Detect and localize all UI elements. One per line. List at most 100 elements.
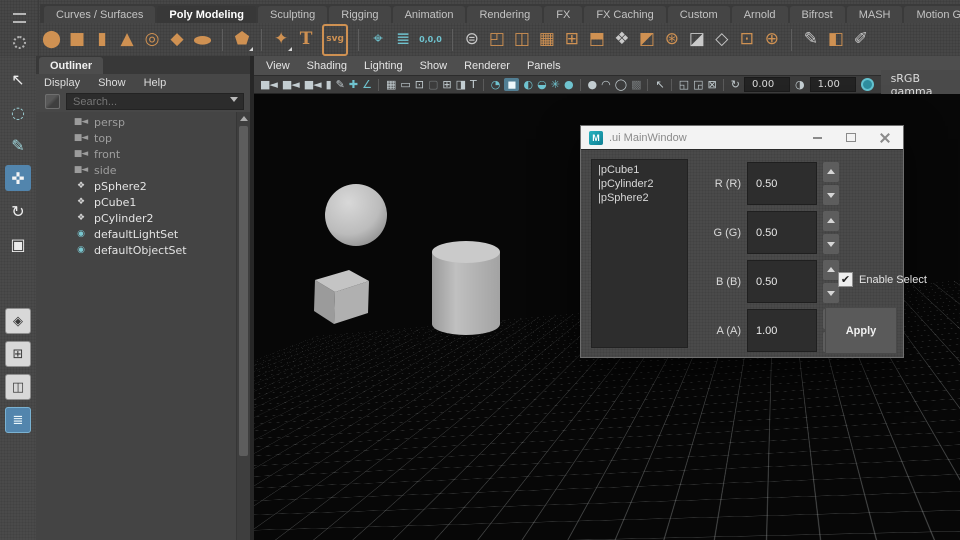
maximize-button[interactable] (837, 129, 865, 146)
filter-icon[interactable] (45, 94, 60, 109)
shadows-icon[interactable]: ● (564, 79, 573, 90)
outliner-item-side[interactable]: ■◄ side (36, 162, 237, 178)
retopologize-icon[interactable]: ⊞ (563, 28, 581, 52)
outliner-item-top[interactable]: ■◄ top (36, 130, 237, 146)
angle-snap-icon[interactable]: ∠ (362, 79, 371, 90)
bridge-icon[interactable]: ◩ (638, 28, 656, 52)
spin-down-button[interactable] (823, 185, 839, 205)
outliner-item-pcube1[interactable]: ❖ pCube1 (36, 194, 237, 210)
motion-blur-icon[interactable]: ◠ (601, 79, 610, 90)
apply-button[interactable]: Apply (825, 307, 897, 354)
dof-icon[interactable]: ◯ (615, 79, 626, 90)
safe-action-icon[interactable]: ◨ (456, 79, 465, 90)
safe-title-icon[interactable]: T (470, 79, 476, 90)
enable-select-checkbox[interactable]: ✔ Enable Select (838, 272, 927, 287)
exposure-field[interactable]: 0.00 (744, 77, 790, 92)
layout-outliner-persp[interactable]: ≣ (5, 407, 31, 433)
sweep-mesh-icon[interactable]: ⊜ (463, 28, 481, 52)
bookmark-icon[interactable]: ▮ (326, 79, 331, 90)
paint-select-tool[interactable]: ✎ (5, 132, 31, 158)
spin-down-button[interactable] (823, 234, 839, 254)
frame-icon[interactable]: ⊡ (738, 28, 756, 52)
outliner-search-input[interactable] (66, 93, 244, 110)
shelf-tab-mash[interactable]: MASH (847, 6, 903, 23)
shelf-menu-icon[interactable] (13, 13, 26, 23)
color-management-icon[interactable] (861, 78, 874, 91)
select-tool[interactable]: ↖ (5, 66, 31, 92)
mirror-icon[interactable]: ◫ (513, 28, 531, 52)
poly-plane-icon[interactable]: ◆ (168, 28, 186, 52)
snap-icon[interactable]: ✚ (349, 79, 357, 90)
poly-torus-icon[interactable]: ◎ (143, 28, 161, 52)
shelf-tab-fx[interactable]: FX (544, 6, 582, 23)
shelf-tab-rendering[interactable]: Rendering (467, 6, 542, 23)
image-plane-icon[interactable]: ✎ (336, 79, 344, 90)
vp-menu-lighting[interactable]: Lighting (364, 60, 403, 72)
outliner-item-front[interactable]: ■◄ front (36, 146, 237, 162)
shelf-tab-custom[interactable]: Custom (668, 6, 730, 23)
circularize-icon[interactable]: ⊛ (663, 28, 681, 52)
vp-menu-renderer[interactable]: Renderer (464, 60, 510, 72)
vp-menu-panels[interactable]: Panels (527, 60, 561, 72)
super-shape-icon[interactable]: ✦ (272, 28, 290, 52)
spin-down-button[interactable] (823, 283, 839, 303)
layout-two-pane[interactable]: ◫ (5, 374, 31, 400)
shelf-tab-fx-caching[interactable]: FX Caching (584, 6, 665, 23)
shelf-tab-sculpting[interactable]: Sculpting (258, 6, 327, 23)
poly-disc-icon[interactable]: ⬤ (193, 34, 212, 46)
shelf-tab-bifrost[interactable]: Bifrost (790, 6, 845, 23)
spin-up-button[interactable] (823, 260, 839, 280)
grid-toggle-icon[interactable]: ▦ (386, 79, 395, 90)
xray-icon[interactable]: ◱ (679, 79, 688, 90)
textured-icon[interactable]: ◐ (524, 79, 533, 90)
flatten-icon[interactable]: ◇ (713, 28, 731, 52)
xray-joints-icon[interactable]: ◲ (693, 79, 702, 90)
zero-transforms-icon[interactable]: 0,0,0 (419, 28, 442, 52)
poly-cylinder-icon[interactable]: ▮ (93, 28, 111, 52)
plate-icon[interactable]: ▩ (631, 79, 640, 90)
outliner-item-pcylinder2[interactable]: ❖ pCylinder2 (36, 210, 237, 226)
outliner-menu-help[interactable]: Help (144, 77, 167, 89)
gamma-field[interactable]: 1.00 (810, 77, 856, 92)
remesh-icon[interactable]: ▦ (538, 28, 556, 52)
delete-history-icon[interactable]: ≣ (394, 28, 412, 52)
lights-icon[interactable]: ✳ (551, 79, 559, 90)
spin-up-button[interactable] (823, 162, 839, 182)
boolean-icon[interactable]: ◰ (488, 28, 506, 52)
outliner-menu-display[interactable]: Display (44, 77, 80, 89)
multi-cut-icon[interactable]: ✐ (852, 28, 870, 52)
shelf-tab-arnold[interactable]: Arnold (732, 6, 788, 23)
shelf-tab-rigging[interactable]: Rigging (329, 6, 390, 23)
outliner-item-persp[interactable]: ■◄ persp (36, 114, 237, 130)
sphere-project-icon[interactable]: ⊕ (763, 28, 781, 52)
camera-lock-icon[interactable]: ■◄ (282, 79, 299, 90)
crease-tool-icon[interactable]: ✎ (802, 28, 820, 52)
outliner-item-defaultobjectset[interactable]: ◉ defaultObjectSet (36, 242, 237, 258)
shelf-tab-curves-surfaces[interactable]: Curves / Surfaces (44, 6, 155, 23)
fold-icon[interactable]: ◪ (688, 28, 706, 52)
extrude-icon[interactable]: ⬒ (588, 28, 606, 52)
layout-single-pane[interactable]: ◈ (5, 308, 31, 334)
isolate-select-icon[interactable]: ↖ (655, 79, 663, 90)
svg-tool-icon[interactable]: svg (322, 24, 348, 56)
film-gate-icon[interactable]: ▭ (400, 79, 409, 90)
type-tool-icon[interactable]: T (297, 28, 315, 52)
outliner-item-defaultlightset[interactable]: ◉ defaultLightSet (36, 226, 237, 242)
poly-cone-icon[interactable]: ▲ (118, 28, 136, 52)
camera-icon[interactable]: ■◄ (260, 79, 277, 90)
vp-menu-view[interactable]: View (266, 60, 290, 72)
value-input[interactable]: 1.00 (747, 309, 817, 352)
spin-up-button[interactable] (823, 211, 839, 231)
lasso-select-tool[interactable]: ◌ (5, 99, 31, 125)
selection-highlight-icon[interactable]: ⊠ (708, 79, 716, 90)
scroll-up-icon[interactable] (237, 112, 250, 124)
outliner-scrollbar[interactable] (236, 112, 250, 540)
dialog-titlebar[interactable]: M .ui MainWindow (581, 126, 903, 149)
vp-menu-shading[interactable]: Shading (307, 60, 347, 72)
shelf-tab-motion-graphics[interactable]: Motion Graphics (904, 6, 960, 23)
materials-icon[interactable]: ◒ (537, 79, 546, 90)
close-button[interactable] (871, 129, 899, 146)
outliner-tab[interactable]: Outliner (39, 57, 103, 74)
layout-four-pane[interactable]: ⊞ (5, 341, 31, 367)
scale-tool[interactable]: ▣ (5, 231, 31, 257)
